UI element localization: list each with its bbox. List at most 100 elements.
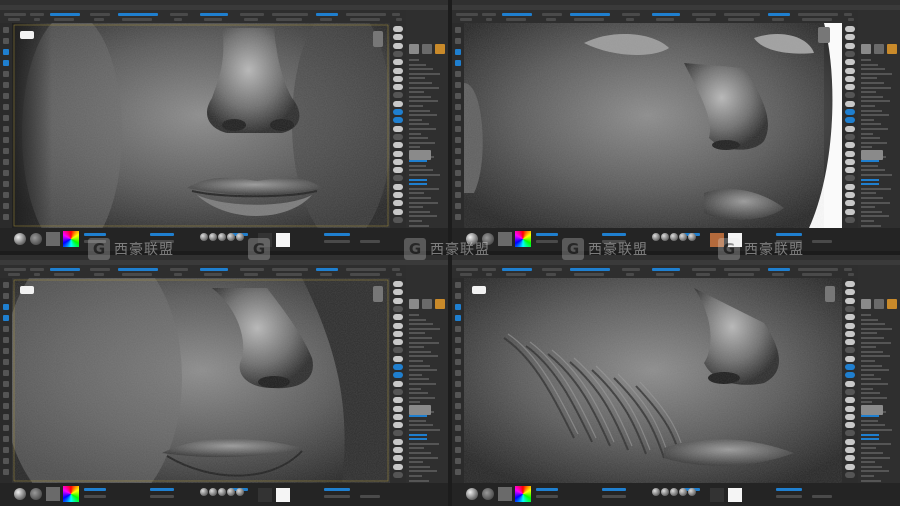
- left-tool-strip[interactable]: [0, 278, 12, 483]
- left-tool-button[interactable]: [3, 38, 9, 44]
- tool-shelf-button[interactable]: [696, 273, 710, 276]
- right-tool-button[interactable]: [393, 42, 403, 49]
- tool-shelf-slider[interactable]: [542, 268, 562, 271]
- material-ball-icon[interactable]: [661, 488, 669, 496]
- tool-shelf-button[interactable]: [350, 273, 380, 276]
- tool-shelf-slider[interactable]: [844, 13, 852, 16]
- material-ball-icon[interactable]: [661, 233, 669, 241]
- tool-shelf-slider[interactable]: [170, 13, 188, 16]
- tool-thumbnail-icon[interactable]: [435, 299, 445, 309]
- material-ball-icon[interactable]: [679, 233, 687, 241]
- right-tool-button[interactable]: [845, 347, 855, 354]
- left-tool-button[interactable]: [455, 203, 461, 209]
- alpha-square-icon[interactable]: [46, 487, 60, 501]
- tool-shelf-button[interactable]: [34, 273, 40, 276]
- tool-shelf-button[interactable]: [546, 18, 556, 21]
- palette-row[interactable]: [409, 475, 422, 477]
- tool-shelf-button[interactable]: [460, 18, 472, 21]
- left-tool-button[interactable]: [3, 381, 9, 387]
- right-tool-button[interactable]: [393, 34, 403, 41]
- tool-shelf-slider[interactable]: [844, 268, 852, 271]
- left-tool-button[interactable]: [3, 469, 9, 475]
- palette-row[interactable]: [861, 164, 878, 167]
- palette-row[interactable]: [861, 197, 883, 199]
- palette-row[interactable]: [409, 424, 433, 427]
- palette-row[interactable]: [861, 220, 874, 222]
- brush-slider[interactable]: [536, 488, 558, 491]
- palette-row[interactable]: [409, 419, 426, 422]
- left-tool-button[interactable]: [3, 282, 9, 288]
- right-tool-button[interactable]: [845, 100, 855, 107]
- tool-shelf-slider[interactable]: [118, 268, 158, 271]
- tool-shelf-button[interactable]: [8, 18, 20, 21]
- tool-shelf-slider[interactable]: [482, 13, 496, 16]
- secondary-color-swatch[interactable]: [276, 233, 290, 247]
- left-tool-button[interactable]: [3, 115, 9, 121]
- stroke-ball-icon[interactable]: [482, 488, 494, 500]
- sculpt-viewport[interactable]: [12, 278, 390, 483]
- tool-shelf-button[interactable]: [626, 18, 634, 21]
- stroke-ball-icon[interactable]: [30, 488, 42, 500]
- right-tool-button[interactable]: [393, 339, 403, 346]
- tool-shelf-button[interactable]: [546, 273, 556, 276]
- brush-ball-icon[interactable]: [466, 233, 478, 245]
- left-tool-button[interactable]: [3, 392, 9, 398]
- tool-shelf-slider[interactable]: [652, 268, 680, 271]
- palette-row[interactable]: [409, 396, 435, 399]
- left-tool-button[interactable]: [3, 49, 9, 55]
- palette-row[interactable]: [409, 77, 425, 80]
- top-tool-shelf[interactable]: [452, 265, 900, 278]
- brush-slider[interactable]: [324, 495, 350, 498]
- palette-row[interactable]: [409, 109, 430, 112]
- tool-shelf-button[interactable]: [506, 18, 526, 21]
- right-tool-button[interactable]: [393, 100, 403, 107]
- brush-ball-icon[interactable]: [466, 488, 478, 500]
- tool-shelf-slider[interactable]: [570, 268, 610, 271]
- palette-row[interactable]: [409, 192, 424, 195]
- palette-row[interactable]: [861, 132, 873, 135]
- palette-row[interactable]: [409, 197, 431, 199]
- palette-row[interactable]: [409, 456, 438, 459]
- left-tool-button[interactable]: [455, 370, 461, 376]
- brush-slider[interactable]: [84, 233, 106, 236]
- palette-row[interactable]: [861, 355, 890, 358]
- palette-row[interactable]: [861, 183, 879, 186]
- material-ball-icon[interactable]: [218, 233, 226, 241]
- palette-row[interactable]: [409, 442, 439, 445]
- palette-row[interactable]: [409, 461, 423, 464]
- palette-row[interactable]: [861, 174, 892, 176]
- right-tool-button[interactable]: [393, 59, 403, 66]
- tool-thumbnail-icon[interactable]: [409, 44, 419, 54]
- right-tool-button[interactable]: [845, 314, 855, 321]
- palette-row[interactable]: [409, 373, 422, 376]
- left-tool-button[interactable]: [3, 93, 9, 99]
- right-tool-button[interactable]: [393, 133, 403, 140]
- right-tool-button[interactable]: [393, 208, 403, 215]
- tool-thumbnail-icon[interactable]: [887, 44, 897, 54]
- material-ball-icon[interactable]: [679, 488, 687, 496]
- tool-shelf-slider[interactable]: [4, 13, 26, 16]
- bottom-brush-tray[interactable]: [452, 483, 900, 506]
- right-tool-button[interactable]: [393, 200, 403, 207]
- brush-slider[interactable]: [776, 240, 802, 243]
- palette-row[interactable]: [861, 178, 879, 181]
- right-tool-button[interactable]: [393, 175, 403, 182]
- left-tool-button[interactable]: [3, 337, 9, 343]
- right-tool-button[interactable]: [845, 200, 855, 207]
- tool-shelf-slider[interactable]: [392, 13, 400, 16]
- material-ball-icon[interactable]: [688, 488, 696, 496]
- right-tool-button[interactable]: [393, 117, 403, 124]
- tool-shelf-button[interactable]: [772, 273, 784, 276]
- palette-row[interactable]: [861, 438, 879, 441]
- palette-row[interactable]: [409, 220, 422, 222]
- palette-row[interactable]: [861, 100, 890, 103]
- palette-row[interactable]: [409, 429, 440, 431]
- right-tool-button[interactable]: [393, 92, 403, 99]
- right-tool-strip[interactable]: [842, 23, 858, 228]
- palette-row[interactable]: [409, 392, 428, 395]
- palette-row[interactable]: [409, 452, 431, 454]
- right-tool-button[interactable]: [845, 355, 855, 362]
- tool-shelf-button[interactable]: [574, 18, 604, 21]
- palette-row[interactable]: [861, 378, 881, 381]
- sculpt-viewport[interactable]: [12, 23, 390, 228]
